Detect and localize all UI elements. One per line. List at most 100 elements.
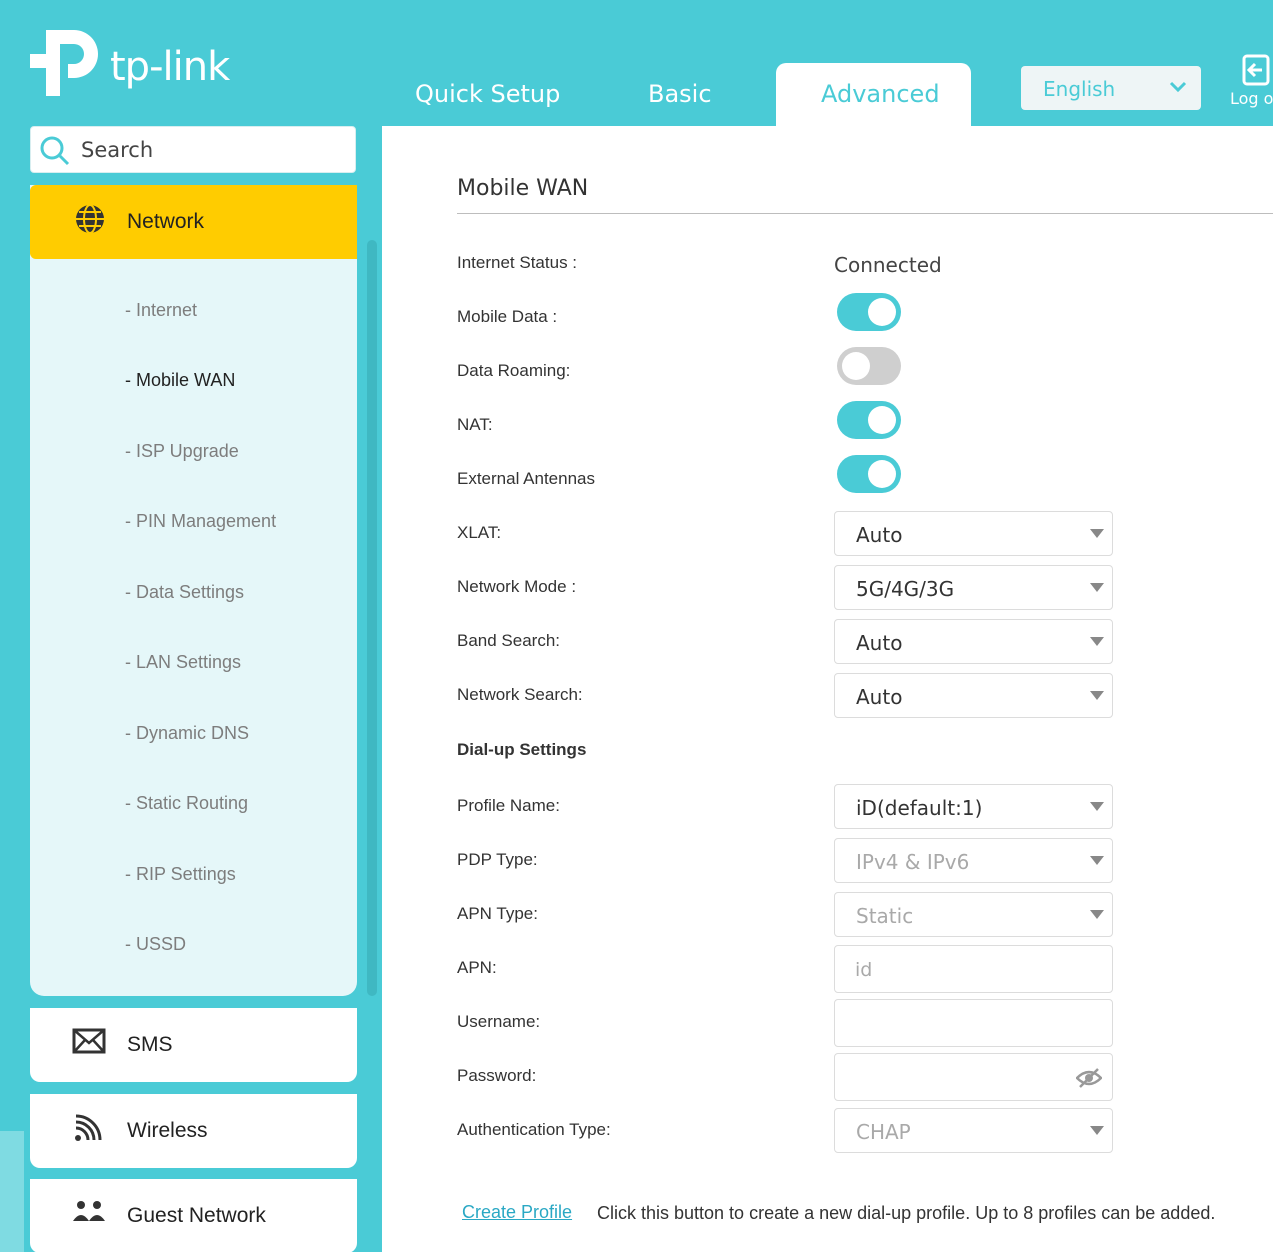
- network-search-label: Network Search:: [457, 685, 583, 704]
- internet-status-label: Internet Status :: [457, 253, 578, 272]
- sidebar-item-static-routing[interactable]: - Static Routing: [125, 793, 248, 814]
- username-field[interactable]: [834, 999, 1113, 1047]
- tp-link-logo: tp-link: [30, 24, 230, 100]
- sidebar-group-network: Network - Internet - Mobile WAN - ISP Up…: [30, 185, 357, 996]
- create-profile-link[interactable]: Create Profile: [462, 1202, 572, 1223]
- caret-down-icon: [1090, 1126, 1104, 1135]
- external-antennas-toggle[interactable]: [837, 455, 901, 493]
- xlat-select[interactable]: Auto: [834, 511, 1113, 556]
- apn-type-value: Static: [856, 904, 914, 928]
- caret-down-icon: [1090, 856, 1104, 865]
- caret-down-icon: [1090, 637, 1104, 646]
- profile-name-select[interactable]: iD(default:1): [834, 784, 1113, 829]
- sidebar-item-pin-management[interactable]: - PIN Management: [125, 511, 276, 532]
- sidebar-item-sms[interactable]: SMS: [30, 1008, 357, 1082]
- guest-users-icon: [73, 1201, 105, 1221]
- password-field[interactable]: [834, 1053, 1113, 1101]
- caret-down-icon: [1090, 583, 1104, 592]
- tab-basic[interactable]: Basic: [648, 80, 712, 108]
- password-label: Password:: [457, 1066, 537, 1085]
- network-mode-select[interactable]: 5G/4G/3G: [834, 565, 1113, 610]
- logout-button[interactable]: Log out: [1230, 54, 1273, 114]
- sidebar-item-wireless[interactable]: Wireless: [30, 1094, 357, 1168]
- dialup-settings-title: Dial-up Settings: [457, 740, 587, 759]
- sidebar-item-wireless-label: Wireless: [127, 1119, 208, 1142]
- sidebar-item-dynamic-dns[interactable]: - Dynamic DNS: [125, 723, 249, 744]
- authentication-type-select: CHAP: [834, 1108, 1113, 1153]
- data-roaming-toggle[interactable]: [837, 347, 901, 385]
- nat-label: NAT:: [457, 415, 493, 434]
- sidebar-item-data-settings[interactable]: - Data Settings: [125, 582, 244, 603]
- language-value: English: [1043, 77, 1116, 101]
- globe-icon: [76, 204, 104, 234]
- sidebar-item-sms-label: SMS: [127, 1033, 173, 1056]
- sidebar-item-rip-settings[interactable]: - RIP Settings: [125, 864, 236, 885]
- authentication-type-value: CHAP: [856, 1120, 911, 1144]
- pdp-type-label: PDP Type:: [457, 850, 538, 869]
- external-antennas-label: External Antennas: [457, 469, 595, 488]
- caret-down-icon: [1090, 529, 1104, 538]
- mobile-data-toggle[interactable]: [837, 293, 901, 331]
- caret-down-icon: [1090, 691, 1104, 700]
- username-input[interactable]: [855, 1010, 1075, 1038]
- create-profile-hint: Click this button to create a new dial-u…: [597, 1203, 1216, 1223]
- nat-toggle[interactable]: [837, 401, 901, 439]
- sidebar-item-lan-settings[interactable]: - LAN Settings: [125, 652, 241, 673]
- main-panel: Mobile WAN Internet Status : Connected M…: [382, 126, 1273, 1252]
- brand-name: tp-link: [110, 44, 230, 90]
- tab-advanced[interactable]: Advanced: [821, 80, 940, 108]
- sidebar-item-guest-network-label: Guest Network: [127, 1204, 266, 1227]
- sidebar-item-mobile-wan[interactable]: - Mobile WAN: [125, 370, 235, 391]
- page-title: Mobile WAN: [457, 176, 589, 201]
- password-input[interactable]: [855, 1064, 1075, 1092]
- sidebar-scrollbar[interactable]: [367, 240, 377, 996]
- apn-field: [834, 945, 1113, 993]
- wireless-icon: [75, 1114, 102, 1141]
- apn-type-select: Static: [834, 892, 1113, 937]
- envelope-icon: [72, 1028, 106, 1054]
- network-search-value: Auto: [856, 685, 903, 709]
- pdp-type-select: IPv4 & IPv6: [834, 838, 1113, 883]
- toggle-knob: [842, 352, 870, 380]
- internet-status-value: Connected: [834, 253, 942, 277]
- caret-down-icon: [1090, 910, 1104, 919]
- sidebar-item-network[interactable]: Network: [30, 185, 357, 259]
- sidebar-item-guest-network[interactable]: Guest Network: [30, 1179, 357, 1252]
- apn-input: [855, 956, 1075, 984]
- logout-label: Log out: [1230, 89, 1273, 108]
- caret-down-icon: [1090, 802, 1104, 811]
- profile-name-value: iD(default:1): [856, 796, 983, 820]
- search-icon: [40, 136, 70, 166]
- toggle-knob: [868, 406, 896, 434]
- toggle-knob: [868, 460, 896, 488]
- mobile-data-label: Mobile Data :: [457, 307, 558, 326]
- search-input[interactable]: [81, 133, 341, 167]
- xlat-label: XLAT:: [457, 523, 502, 542]
- authentication-type-label: Authentication Type:: [457, 1120, 611, 1139]
- network-mode-value: 5G/4G/3G: [856, 577, 955, 601]
- sidebar-item-internet[interactable]: - Internet: [125, 300, 197, 321]
- username-label: Username:: [457, 1012, 541, 1031]
- pdp-type-value: IPv4 & IPv6: [856, 850, 970, 874]
- band-search-select[interactable]: Auto: [834, 619, 1113, 664]
- chevron-down-icon: [1169, 81, 1187, 93]
- title-divider: [457, 213, 1273, 214]
- language-select[interactable]: English: [1021, 66, 1201, 110]
- sidebar-item-isp-upgrade[interactable]: - ISP Upgrade: [125, 441, 239, 462]
- eye-off-icon[interactable]: [1076, 1067, 1102, 1089]
- logout-icon: [1242, 54, 1270, 86]
- tp-link-logo-icon: [30, 30, 98, 96]
- network-search-select[interactable]: Auto: [834, 673, 1113, 718]
- toggle-knob: [868, 298, 896, 326]
- data-roaming-label: Data Roaming:: [457, 361, 571, 380]
- apn-label: APN:: [457, 958, 497, 977]
- search-box[interactable]: [30, 126, 356, 173]
- profile-name-label: Profile Name:: [457, 796, 560, 815]
- apn-type-label: APN Type:: [457, 904, 538, 923]
- network-mode-label: Network Mode :: [457, 577, 577, 596]
- sidebar-item-ussd[interactable]: - USSD: [125, 934, 186, 955]
- left-edge-strip: [0, 1131, 24, 1252]
- band-search-value: Auto: [856, 631, 903, 655]
- xlat-value: Auto: [856, 523, 903, 547]
- tab-quick-setup[interactable]: Quick Setup: [415, 80, 560, 108]
